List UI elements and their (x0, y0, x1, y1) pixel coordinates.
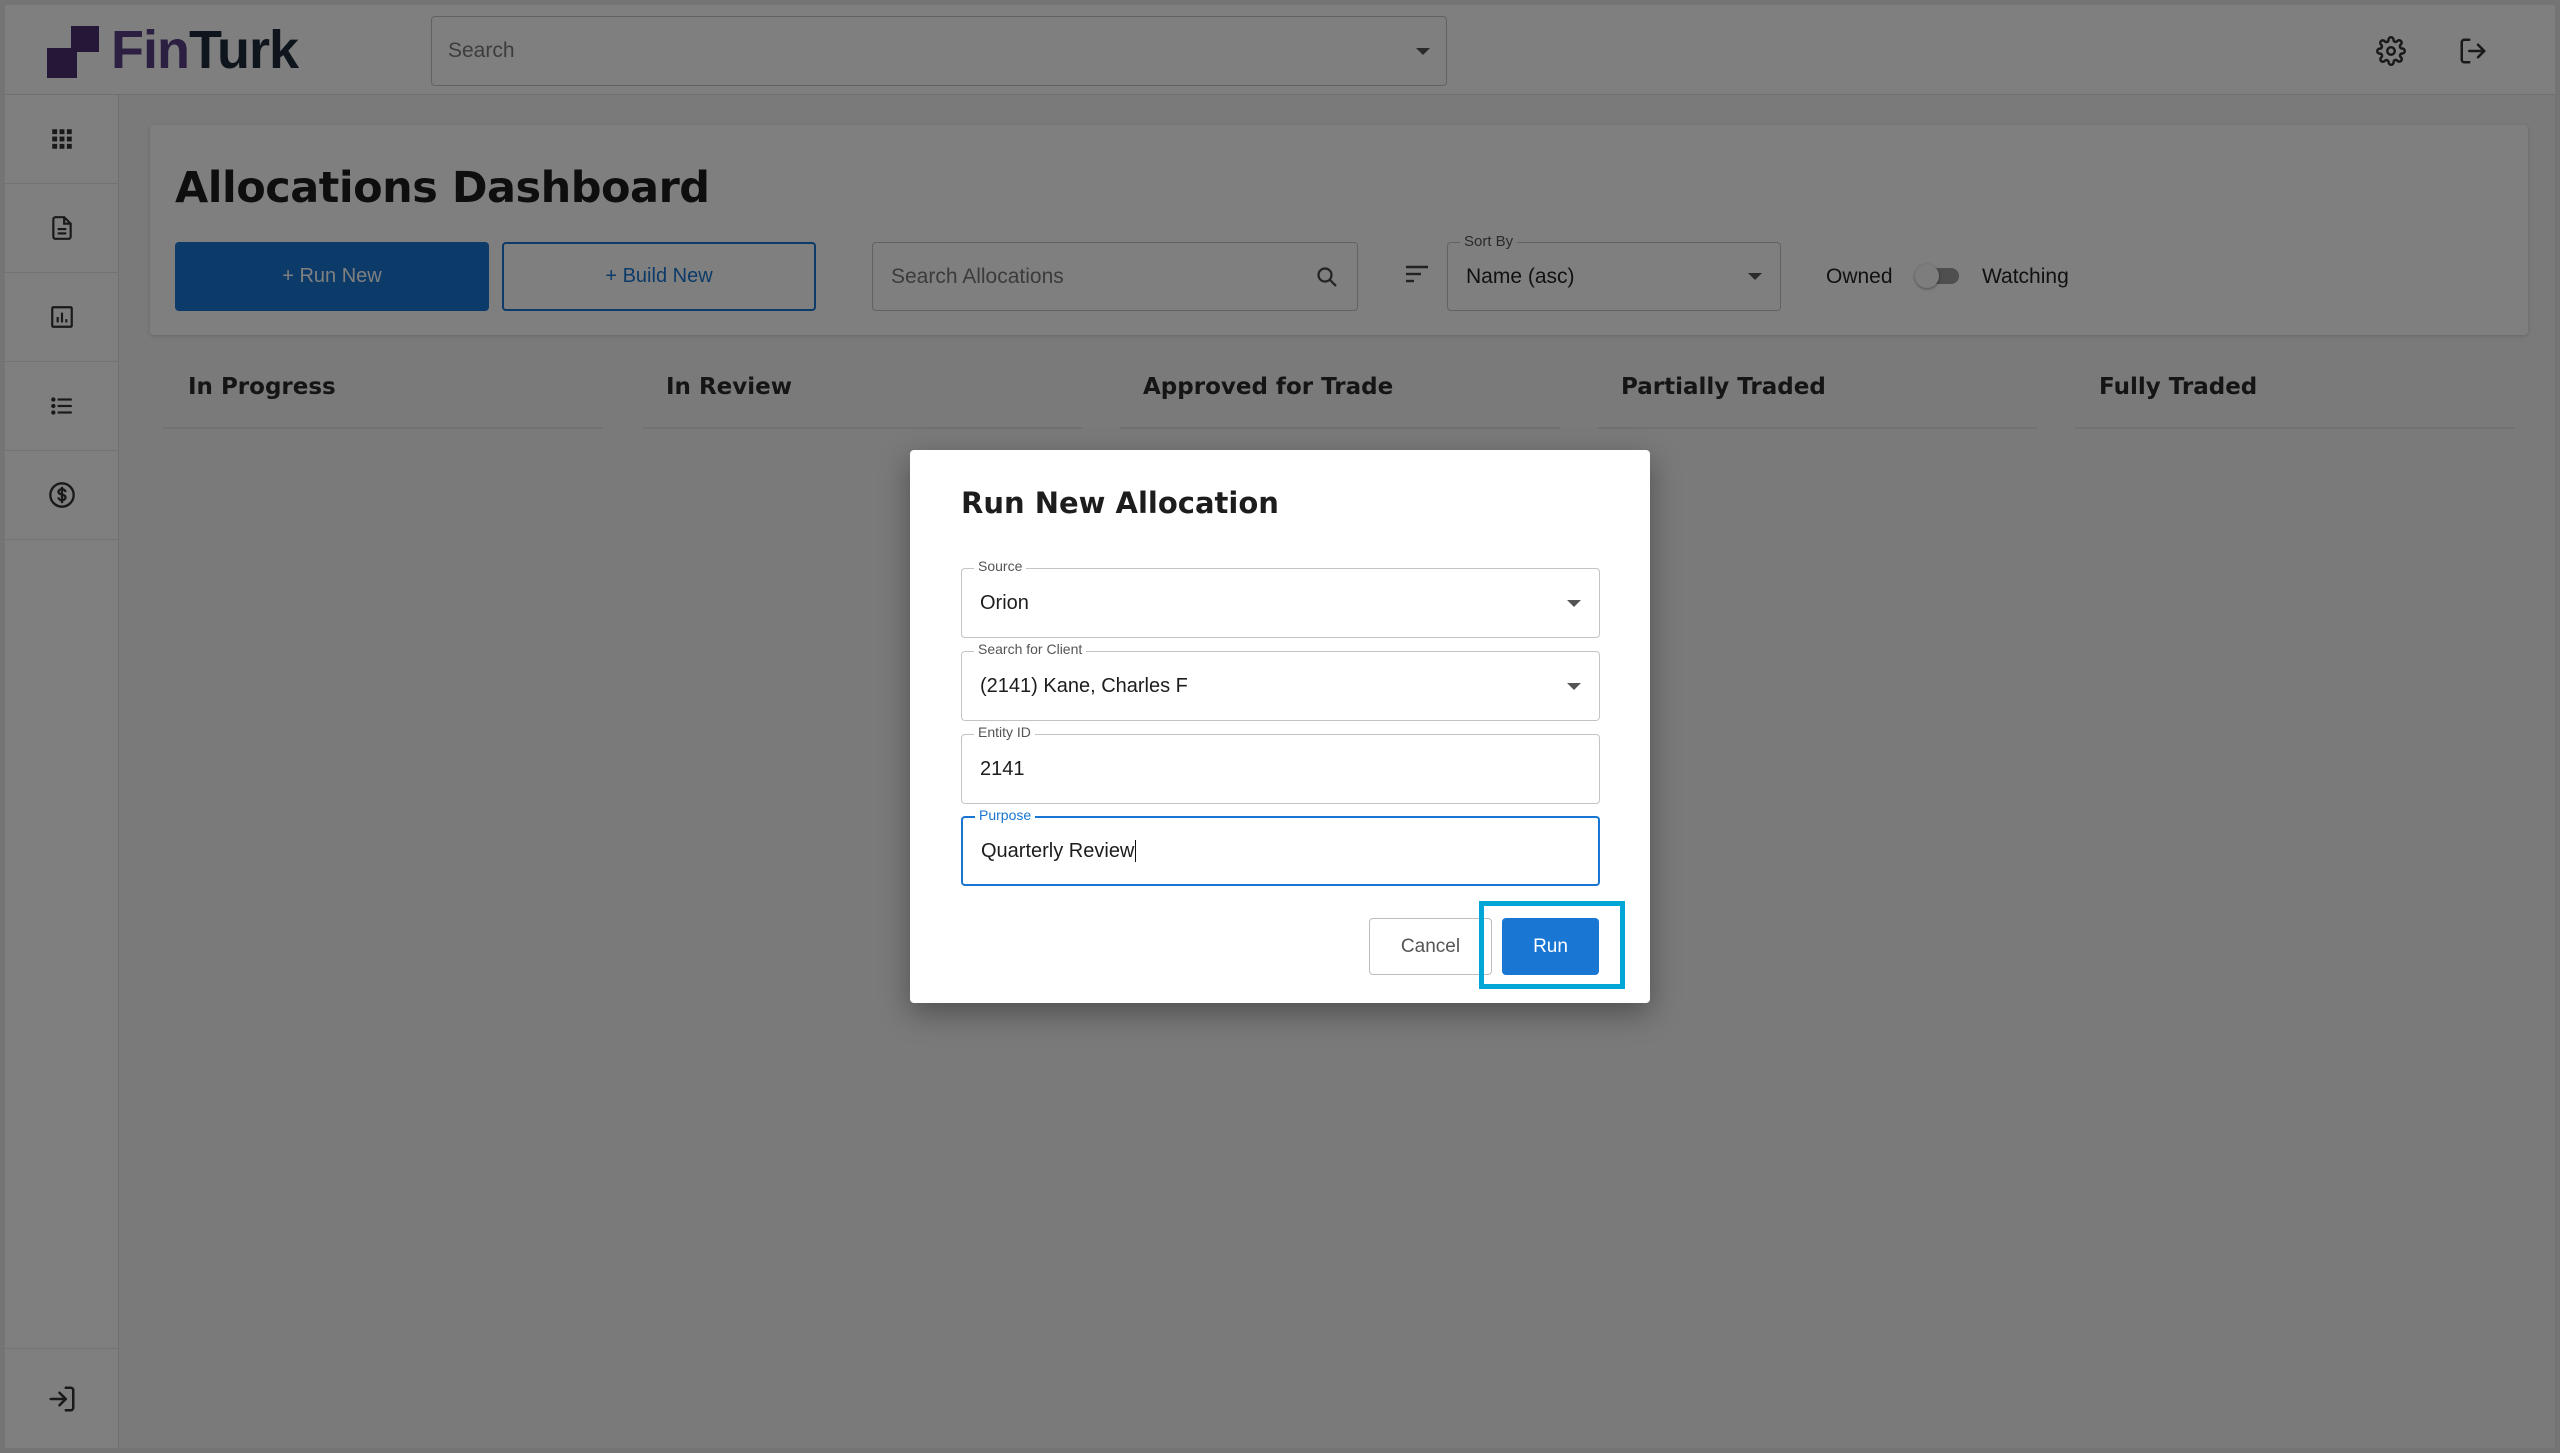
purpose-label: Purpose (975, 807, 1036, 823)
chevron-down-icon (1567, 682, 1581, 690)
purpose-value: Quarterly Review (981, 839, 1135, 862)
text-cursor (1135, 840, 1137, 863)
source-select[interactable]: Source Orion (961, 558, 1600, 638)
cancel-button[interactable]: Cancel (1369, 918, 1492, 975)
client-label: Search for Client (974, 641, 1087, 657)
source-label: Source (974, 558, 1027, 574)
entity-id-label: Entity ID (974, 724, 1035, 740)
chevron-down-icon (1567, 599, 1581, 607)
entity-id-field[interactable]: Entity ID 2141 (961, 724, 1600, 804)
source-value: Orion (980, 591, 1029, 614)
client-search-select[interactable]: Search for Client (2141) Kane, Charles F (961, 641, 1600, 721)
client-value: (2141) Kane, Charles F (980, 674, 1188, 697)
entity-id-value: 2141 (980, 757, 1025, 780)
purpose-field[interactable]: Purpose Quarterly Review (961, 807, 1600, 886)
purpose-value-wrap: Quarterly Review (981, 840, 1580, 863)
dialog-title: Run New Allocation (961, 486, 1279, 520)
run-button-highlight (1479, 901, 1625, 989)
